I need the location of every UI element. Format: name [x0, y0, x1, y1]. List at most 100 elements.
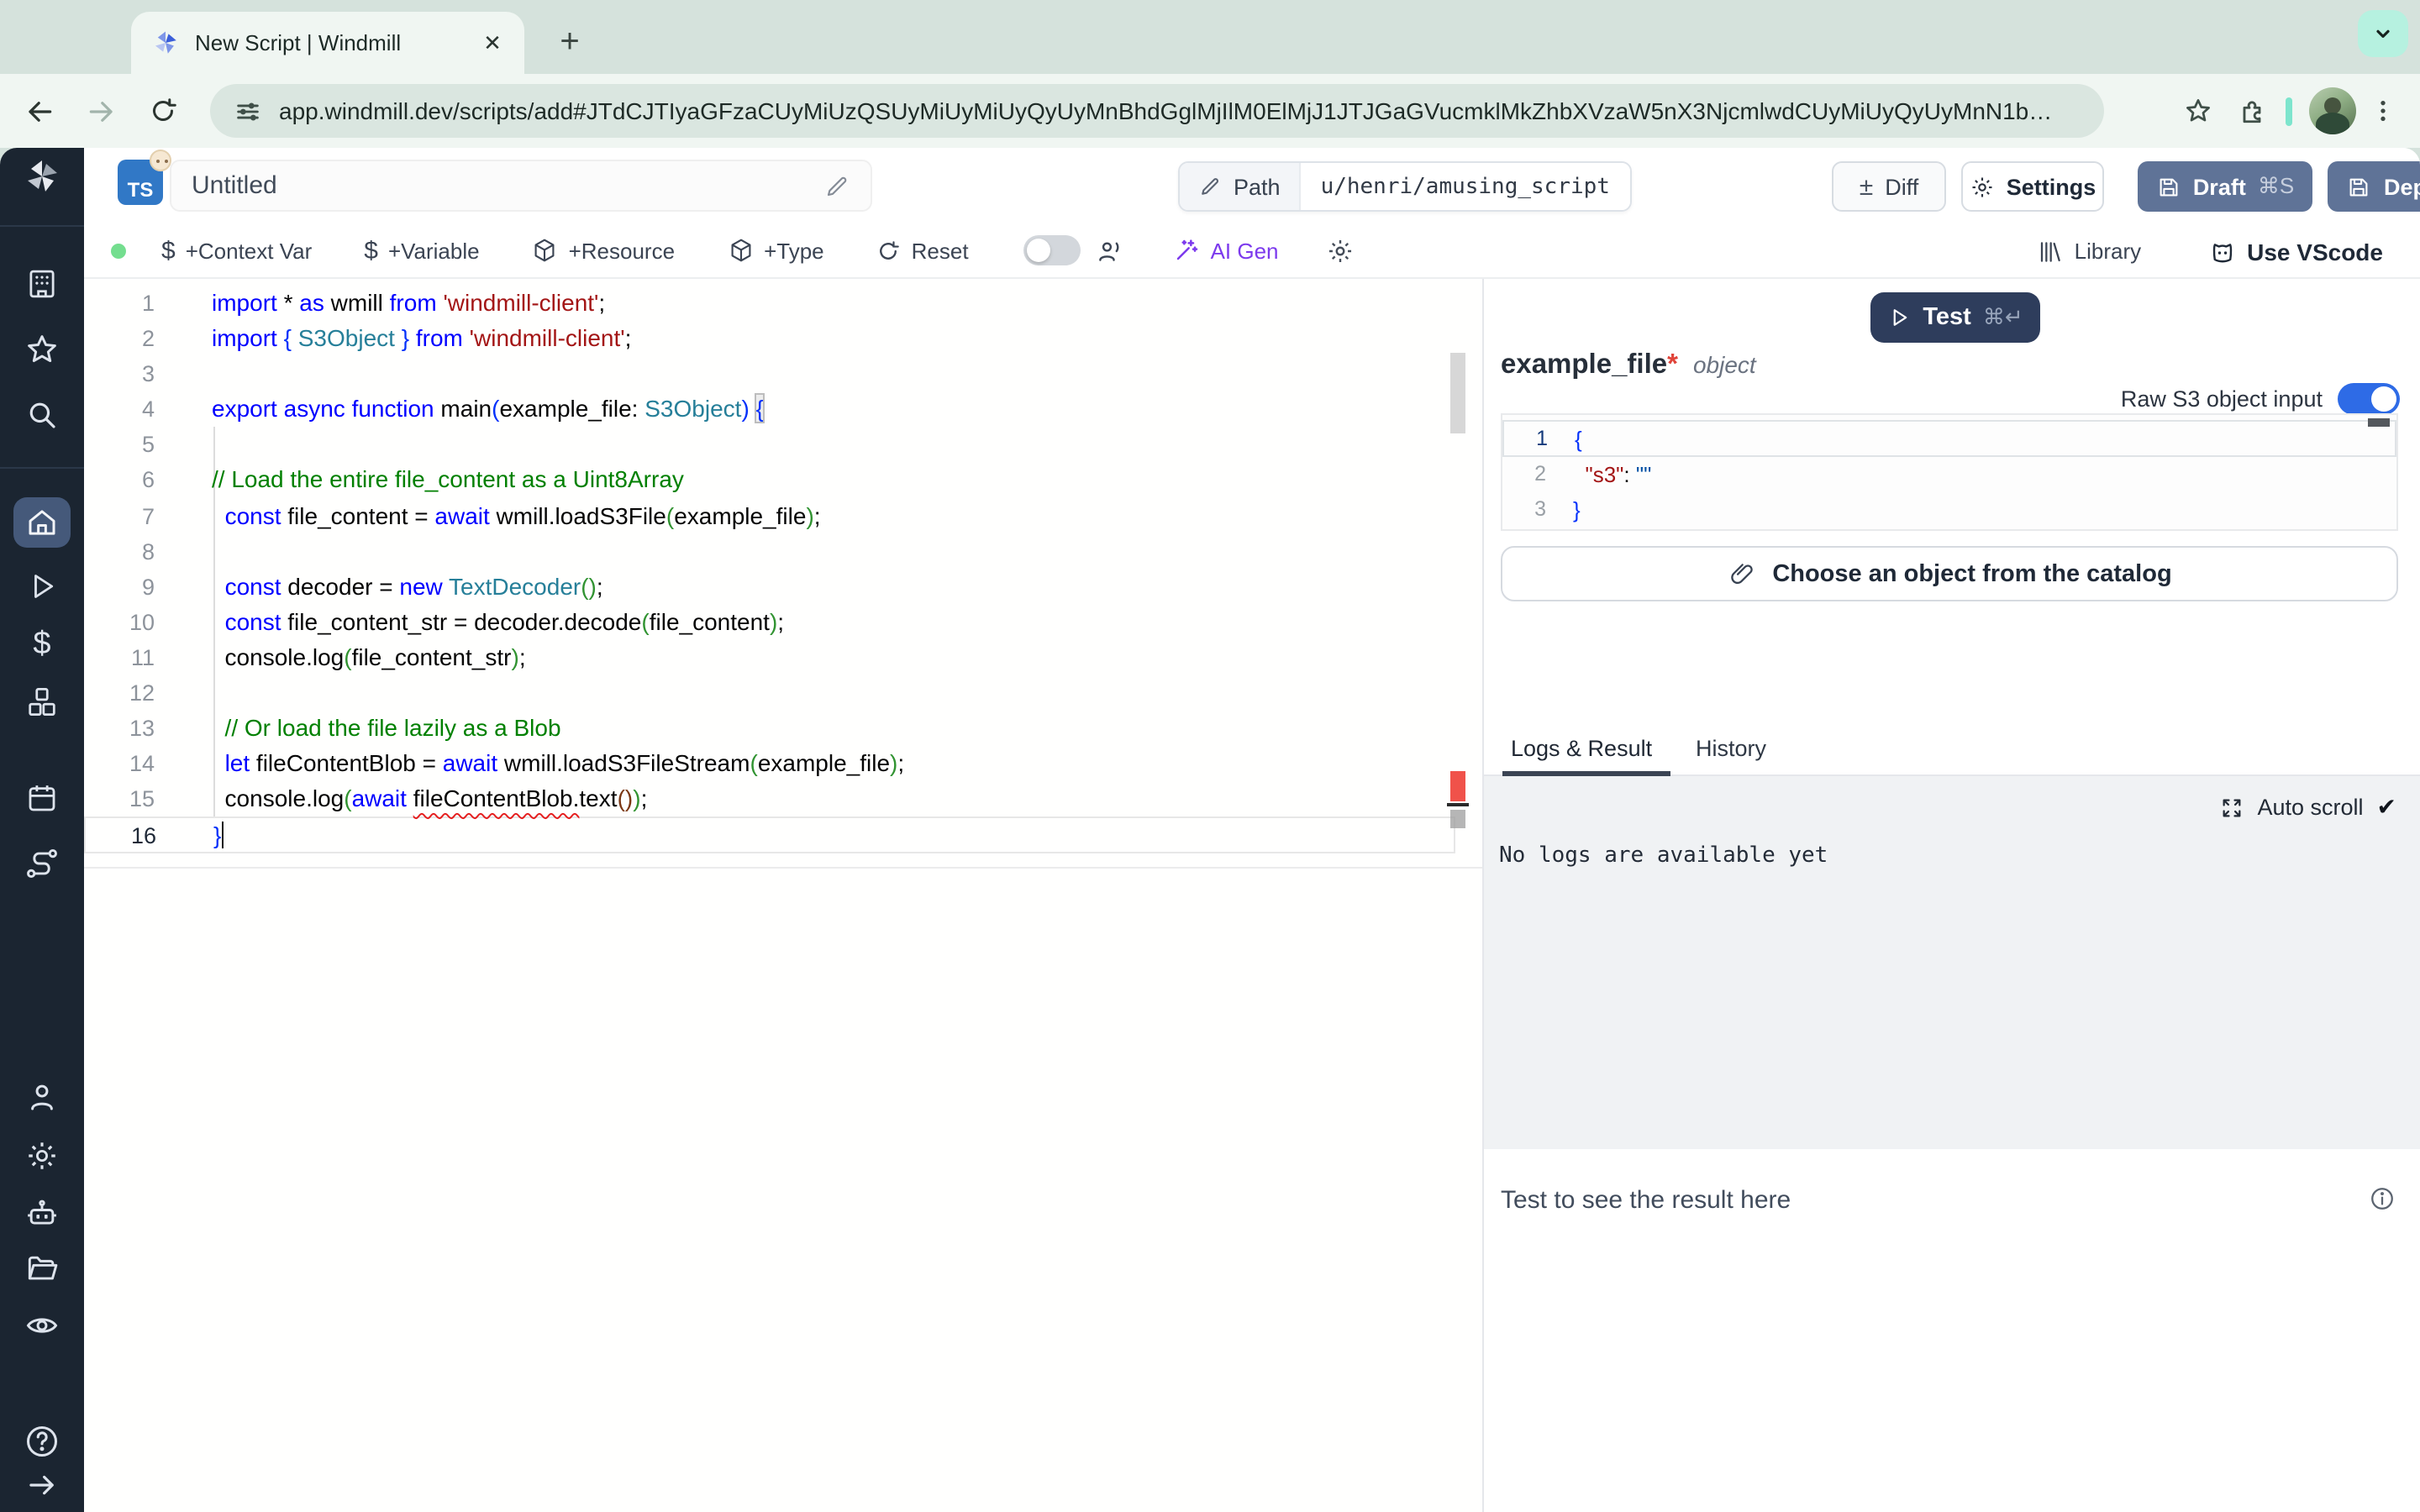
search-icon[interactable]	[24, 397, 60, 433]
code-line[interactable]: 7 const file_content = await wmill.loadS…	[84, 498, 1455, 533]
site-controls-icon[interactable]	[234, 97, 262, 125]
info-icon[interactable]	[2368, 1184, 2396, 1213]
path-chip[interactable]: Path u/henri/amusing_script	[1178, 161, 1632, 212]
code-line[interactable]: 2 "s3": ""	[1502, 456, 2396, 492]
windmill-logo-icon[interactable]	[22, 156, 62, 197]
test-button[interactable]: Test ⌘↵	[1870, 292, 2040, 343]
reload-button[interactable]	[139, 87, 187, 134]
folders-icon[interactable]	[24, 1250, 60, 1287]
multiplayer-person-icon	[1097, 236, 1125, 265]
text-cursor	[221, 822, 224, 849]
add-variable-button[interactable]: $ +Variable	[364, 236, 479, 265]
settings-gear-icon[interactable]	[24, 1138, 60, 1173]
browser-tab[interactable]: New Script | Windmill ✕	[131, 12, 524, 74]
code-line[interactable]: 4export async function main(example_file…	[84, 392, 1455, 428]
package-icon	[727, 237, 754, 264]
overview-marker	[1450, 810, 1465, 828]
collapse-arrow-icon[interactable]	[24, 1467, 60, 1503]
workspace-building-icon[interactable]	[24, 266, 60, 302]
favorites-star-icon[interactable]	[24, 331, 60, 368]
variables-dollar-icon[interactable]: $	[33, 627, 50, 664]
runs-play-icon[interactable]	[25, 570, 59, 603]
app-header: TS Untitled Path u/henri/amusing_script …	[84, 148, 2420, 223]
tab-search-chevron-button[interactable]	[2358, 10, 2408, 57]
browser-menu-icon[interactable]	[2360, 87, 2407, 134]
bookmark-star-icon[interactable]	[2175, 87, 2222, 134]
add-type-button[interactable]: +Type	[727, 237, 824, 264]
code-line[interactable]: 9 const decoder = new TextDecoder();	[84, 570, 1455, 605]
deploy-button[interactable]: Deploy	[2328, 161, 2420, 212]
code-editor[interactable]: 1import * as wmill from 'windmill-client…	[84, 279, 1482, 1512]
extensions-icon[interactable]	[2228, 87, 2275, 134]
diff-button[interactable]: ± Diff	[1832, 161, 1946, 212]
reset-button[interactable]: Reset	[876, 238, 969, 263]
code-line[interactable]: 12	[84, 675, 1455, 711]
edit-pencil-icon[interactable]	[823, 172, 850, 199]
path-value[interactable]: u/henri/amusing_script	[1299, 163, 1630, 210]
dollar-icon: $	[364, 236, 378, 265]
draft-button[interactable]: Draft ⌘S	[2138, 161, 2312, 212]
audit-eye-icon[interactable]	[24, 1307, 60, 1344]
editor-scrollbar-thumb[interactable]	[1450, 353, 1465, 433]
url-bar[interactable]: app.windmill.dev/scripts/add#JTdCJTIyaGF…	[210, 84, 2104, 138]
code-line[interactable]: 3	[84, 356, 1455, 391]
flows-route-icon[interactable]	[24, 845, 60, 882]
use-vscode-button[interactable]: Use VScode	[2208, 237, 2383, 265]
code-line[interactable]: 13 // Or load the file lazily as a Blob	[84, 711, 1455, 746]
code-line[interactable]: 3}	[1502, 492, 2396, 528]
script-title-field[interactable]: Untitled	[170, 160, 872, 212]
workers-robot-icon[interactable]	[24, 1196, 60, 1233]
settings-label: Settings	[2007, 174, 2096, 199]
settings-button[interactable]: Settings	[1961, 161, 2104, 212]
code-line[interactable]: 16}	[84, 817, 1455, 853]
raw-s3-toggle[interactable]	[2338, 383, 2400, 415]
editor-toolbar: $ +Context Var $ +Variable +Resource +Ty…	[84, 223, 2420, 279]
forward-button[interactable]	[77, 87, 124, 134]
add-resource-button[interactable]: +Resource	[532, 237, 675, 264]
dollar-icon: $	[161, 236, 176, 265]
logs-area: Auto scroll ✔ No logs are available yet	[1484, 776, 2420, 1149]
code-line[interactable]: 11 console.log(file_content_str);	[84, 640, 1455, 675]
ai-gen-button[interactable]: AI Gen	[1174, 237, 1279, 264]
schedules-calendar-icon[interactable]	[24, 780, 60, 816]
back-button[interactable]	[15, 87, 62, 134]
code-line[interactable]: 6// Load the entire file_content as a Ui…	[84, 463, 1455, 498]
add-type-label: +Type	[764, 238, 824, 263]
draft-label: Draft	[2193, 174, 2246, 199]
json-input-editor[interactable]: 1{2 "s3": ""3}	[1501, 413, 2398, 531]
editor-bottom-border	[84, 867, 1482, 869]
tab-logs-result[interactable]: Logs & Result	[1511, 736, 1652, 761]
editor-settings-gear-icon[interactable]	[1326, 236, 1355, 265]
choose-object-button[interactable]: Choose an object from the catalog	[1501, 546, 2398, 601]
code-lines[interactable]: 1import * as wmill from 'windmill-client…	[84, 286, 1455, 853]
library-button[interactable]: Library	[2038, 238, 2142, 265]
script-title[interactable]: Untitled	[192, 171, 823, 200]
tab-history[interactable]: History	[1696, 736, 1766, 761]
profile-avatar[interactable]	[2309, 87, 2356, 134]
code-line[interactable]: 2import { S3Object } from 'windmill-clie…	[84, 321, 1455, 356]
tab-close-icon[interactable]: ✕	[477, 28, 508, 58]
auto-scroll-control[interactable]: Auto scroll ✔	[2220, 793, 2396, 822]
code-line[interactable]: 10 const file_content_str = decoder.deco…	[84, 605, 1455, 640]
screen: New Script | Windmill ✕ + app.windmill.d…	[0, 0, 2420, 1512]
multiplayer-toggle[interactable]	[1024, 235, 1081, 265]
error-marker	[1450, 771, 1465, 801]
sidebar-divider	[0, 225, 84, 227]
code-line[interactable]: 15 console.log(await fileContentBlob.tex…	[84, 782, 1455, 817]
help-icon[interactable]	[23, 1422, 61, 1461]
add-context-var-button[interactable]: $ +Context Var	[161, 236, 312, 265]
resources-cubes-icon[interactable]	[24, 684, 60, 721]
code-line[interactable]: 14 let fileContentBlob = await wmill.loa…	[84, 746, 1455, 781]
code-line[interactable]: 1import * as wmill from 'windmill-client…	[84, 286, 1455, 321]
code-line[interactable]: 5	[84, 428, 1455, 463]
new-tab-button[interactable]: +	[546, 18, 593, 66]
json-lines[interactable]: 1{2 "s3": ""3}	[1502, 415, 2396, 529]
reset-label: Reset	[912, 238, 969, 263]
url-text[interactable]: app.windmill.dev/scripts/add#JTdCJTIyaGF…	[279, 97, 2052, 124]
result-tabs: Logs & Result History	[1484, 724, 2420, 776]
app-sidebar: $	[0, 148, 84, 1512]
code-line[interactable]: 8	[84, 533, 1455, 569]
code-line[interactable]: 1{	[1502, 420, 2396, 456]
users-person-icon[interactable]	[24, 1079, 60, 1115]
home-icon[interactable]	[24, 505, 60, 540]
